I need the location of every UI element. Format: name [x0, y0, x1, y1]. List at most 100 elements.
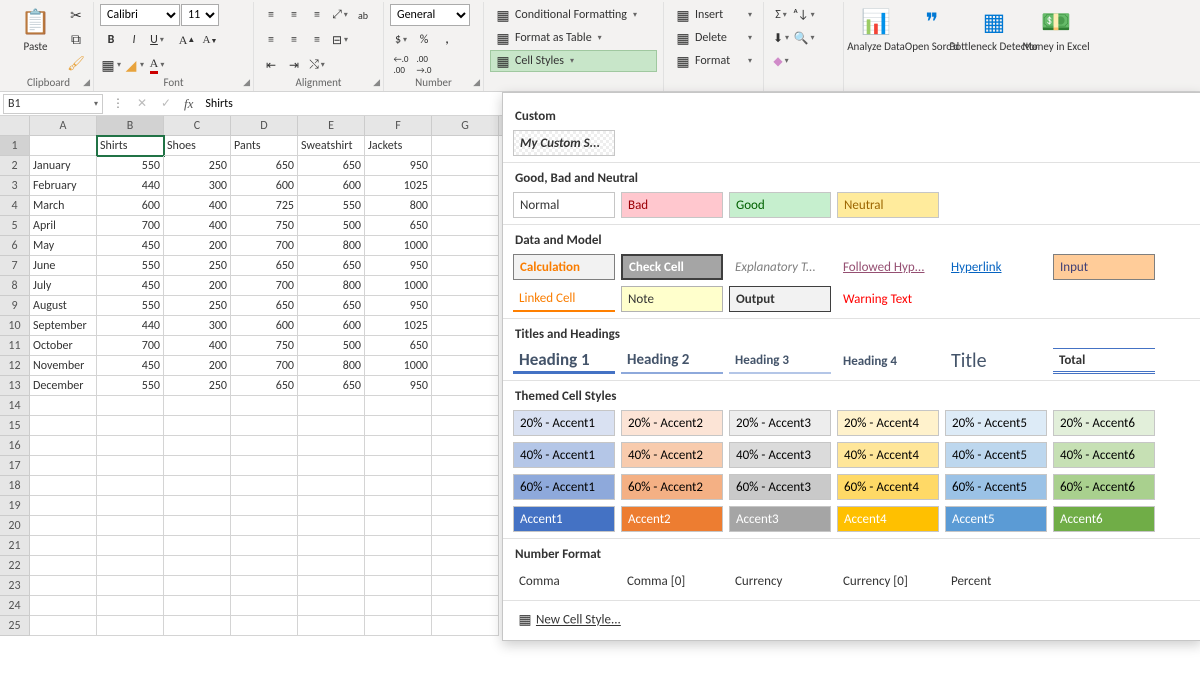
style-60%-accent3[interactable]: 60% - Accent3	[729, 474, 831, 500]
cell[interactable]: November	[30, 356, 97, 376]
style-total[interactable]: Total	[1053, 348, 1155, 374]
cell[interactable]: 1000	[365, 276, 432, 296]
cell[interactable]	[164, 536, 231, 556]
cell[interactable]: Shirts	[97, 136, 164, 156]
style-60%-accent5[interactable]: 60% - Accent5	[945, 474, 1047, 500]
cell[interactable]	[231, 616, 298, 636]
cell[interactable]	[365, 616, 432, 636]
cell[interactable]	[432, 236, 499, 256]
style-20%-accent4[interactable]: 20% - Accent4	[837, 410, 939, 436]
style-accent1[interactable]: Accent1	[513, 506, 615, 532]
cell[interactable]: 550	[97, 156, 164, 176]
cell[interactable]	[432, 436, 499, 456]
cell[interactable]	[231, 396, 298, 416]
cell[interactable]: February	[30, 176, 97, 196]
cell[interactable]	[365, 556, 432, 576]
cell[interactable]	[164, 576, 231, 596]
align-left-button[interactable]: ≡	[260, 29, 282, 51]
cell[interactable]	[298, 456, 365, 476]
name-box[interactable]: B1▾	[3, 94, 103, 114]
cell[interactable]: 200	[164, 236, 231, 256]
style-normal[interactable]: Normal	[513, 192, 615, 218]
cell[interactable]: July	[30, 276, 97, 296]
cell[interactable]	[164, 456, 231, 476]
cell[interactable]	[164, 596, 231, 616]
cell[interactable]	[231, 456, 298, 476]
cell[interactable]: 800	[298, 236, 365, 256]
cell[interactable]	[365, 436, 432, 456]
cell[interactable]	[164, 436, 231, 456]
style-accent5[interactable]: Accent5	[945, 506, 1047, 532]
cell[interactable]: 600	[298, 316, 365, 336]
style-hyperlink[interactable]: Hyperlink	[945, 254, 1047, 280]
cell[interactable]	[164, 516, 231, 536]
cell[interactable]: 550	[97, 296, 164, 316]
style-calculation[interactable]: Calculation	[513, 254, 615, 280]
cell[interactable]	[164, 476, 231, 496]
cut-button[interactable]: ✂	[65, 4, 87, 26]
cell[interactable]	[432, 556, 499, 576]
clipboard-dialog-launcher[interactable]: ◢	[83, 77, 90, 88]
cell[interactable]: 550	[298, 196, 365, 216]
cell[interactable]	[298, 576, 365, 596]
cell[interactable]	[432, 196, 499, 216]
cell[interactable]: 950	[365, 376, 432, 396]
font-size-select[interactable]: 11	[181, 4, 219, 26]
underline-button[interactable]: U▾	[146, 29, 168, 51]
cell[interactable]	[97, 596, 164, 616]
cell[interactable]: 700	[97, 336, 164, 356]
cell[interactable]	[298, 436, 365, 456]
style-numfmt-currency-0-[interactable]: Currency [0]	[837, 568, 939, 594]
cell[interactable]: Sweatshirt	[298, 136, 365, 156]
cell[interactable]: 300	[164, 176, 231, 196]
cell[interactable]	[432, 476, 499, 496]
row-header[interactable]: 4	[0, 196, 30, 216]
style-heading2[interactable]: Heading 2	[621, 348, 723, 374]
sort-filter-button[interactable]: ᴬ↓▾	[793, 4, 815, 26]
cell[interactable]	[164, 416, 231, 436]
cell[interactable]	[231, 536, 298, 556]
cell[interactable]: 600	[231, 316, 298, 336]
cell[interactable]: 650	[298, 256, 365, 276]
cell[interactable]	[164, 616, 231, 636]
row-header[interactable]: 23	[0, 576, 30, 596]
cell[interactable]: 1025	[365, 176, 432, 196]
cell[interactable]: 650	[231, 256, 298, 276]
cell[interactable]: 950	[365, 296, 432, 316]
row-header[interactable]: 7	[0, 256, 30, 276]
cell[interactable]: Shoes	[164, 136, 231, 156]
style-40%-accent6[interactable]: 40% - Accent6	[1053, 442, 1155, 468]
style-accent6[interactable]: Accent6	[1053, 506, 1155, 532]
style-followed-hyperlink[interactable]: Followed Hyp...	[837, 254, 939, 280]
cell[interactable]: 650	[298, 156, 365, 176]
style-numfmt-percent[interactable]: Percent	[945, 568, 1047, 594]
style-20%-accent1[interactable]: 20% - Accent1	[513, 410, 615, 436]
cell[interactable]	[97, 576, 164, 596]
font-dialog-launcher[interactable]: ◢	[243, 77, 250, 88]
cell[interactable]	[30, 616, 97, 636]
cell[interactable]: 650	[365, 336, 432, 356]
cell[interactable]: 250	[164, 296, 231, 316]
fx-icon[interactable]: fx	[178, 96, 199, 112]
style-output[interactable]: Output	[729, 286, 831, 312]
col-header-B[interactable]: B	[97, 116, 164, 135]
style-40%-accent5[interactable]: 40% - Accent5	[945, 442, 1047, 468]
cell[interactable]: 500	[298, 336, 365, 356]
col-header-D[interactable]: D	[231, 116, 298, 135]
number-dialog-launcher[interactable]: ◢	[473, 77, 480, 88]
style-bad[interactable]: Bad	[621, 192, 723, 218]
cell[interactable]: 800	[365, 196, 432, 216]
number-format-select[interactable]: General	[390, 4, 470, 26]
cell[interactable]: June	[30, 256, 97, 276]
style-20%-accent6[interactable]: 20% - Accent6	[1053, 410, 1155, 436]
cell[interactable]: 400	[164, 196, 231, 216]
cell[interactable]	[365, 476, 432, 496]
row-header[interactable]: 12	[0, 356, 30, 376]
align-top-button[interactable]: ≡	[260, 4, 282, 26]
cell[interactable]	[231, 556, 298, 576]
borders-button[interactable]: ▦▾	[100, 54, 122, 76]
cell-styles-button[interactable]: ▦Cell Styles▾	[490, 50, 657, 72]
cell[interactable]	[365, 496, 432, 516]
fx-cancel-button[interactable]: ⋮	[106, 96, 130, 111]
font-name-select[interactable]: Calibri	[100, 4, 180, 26]
